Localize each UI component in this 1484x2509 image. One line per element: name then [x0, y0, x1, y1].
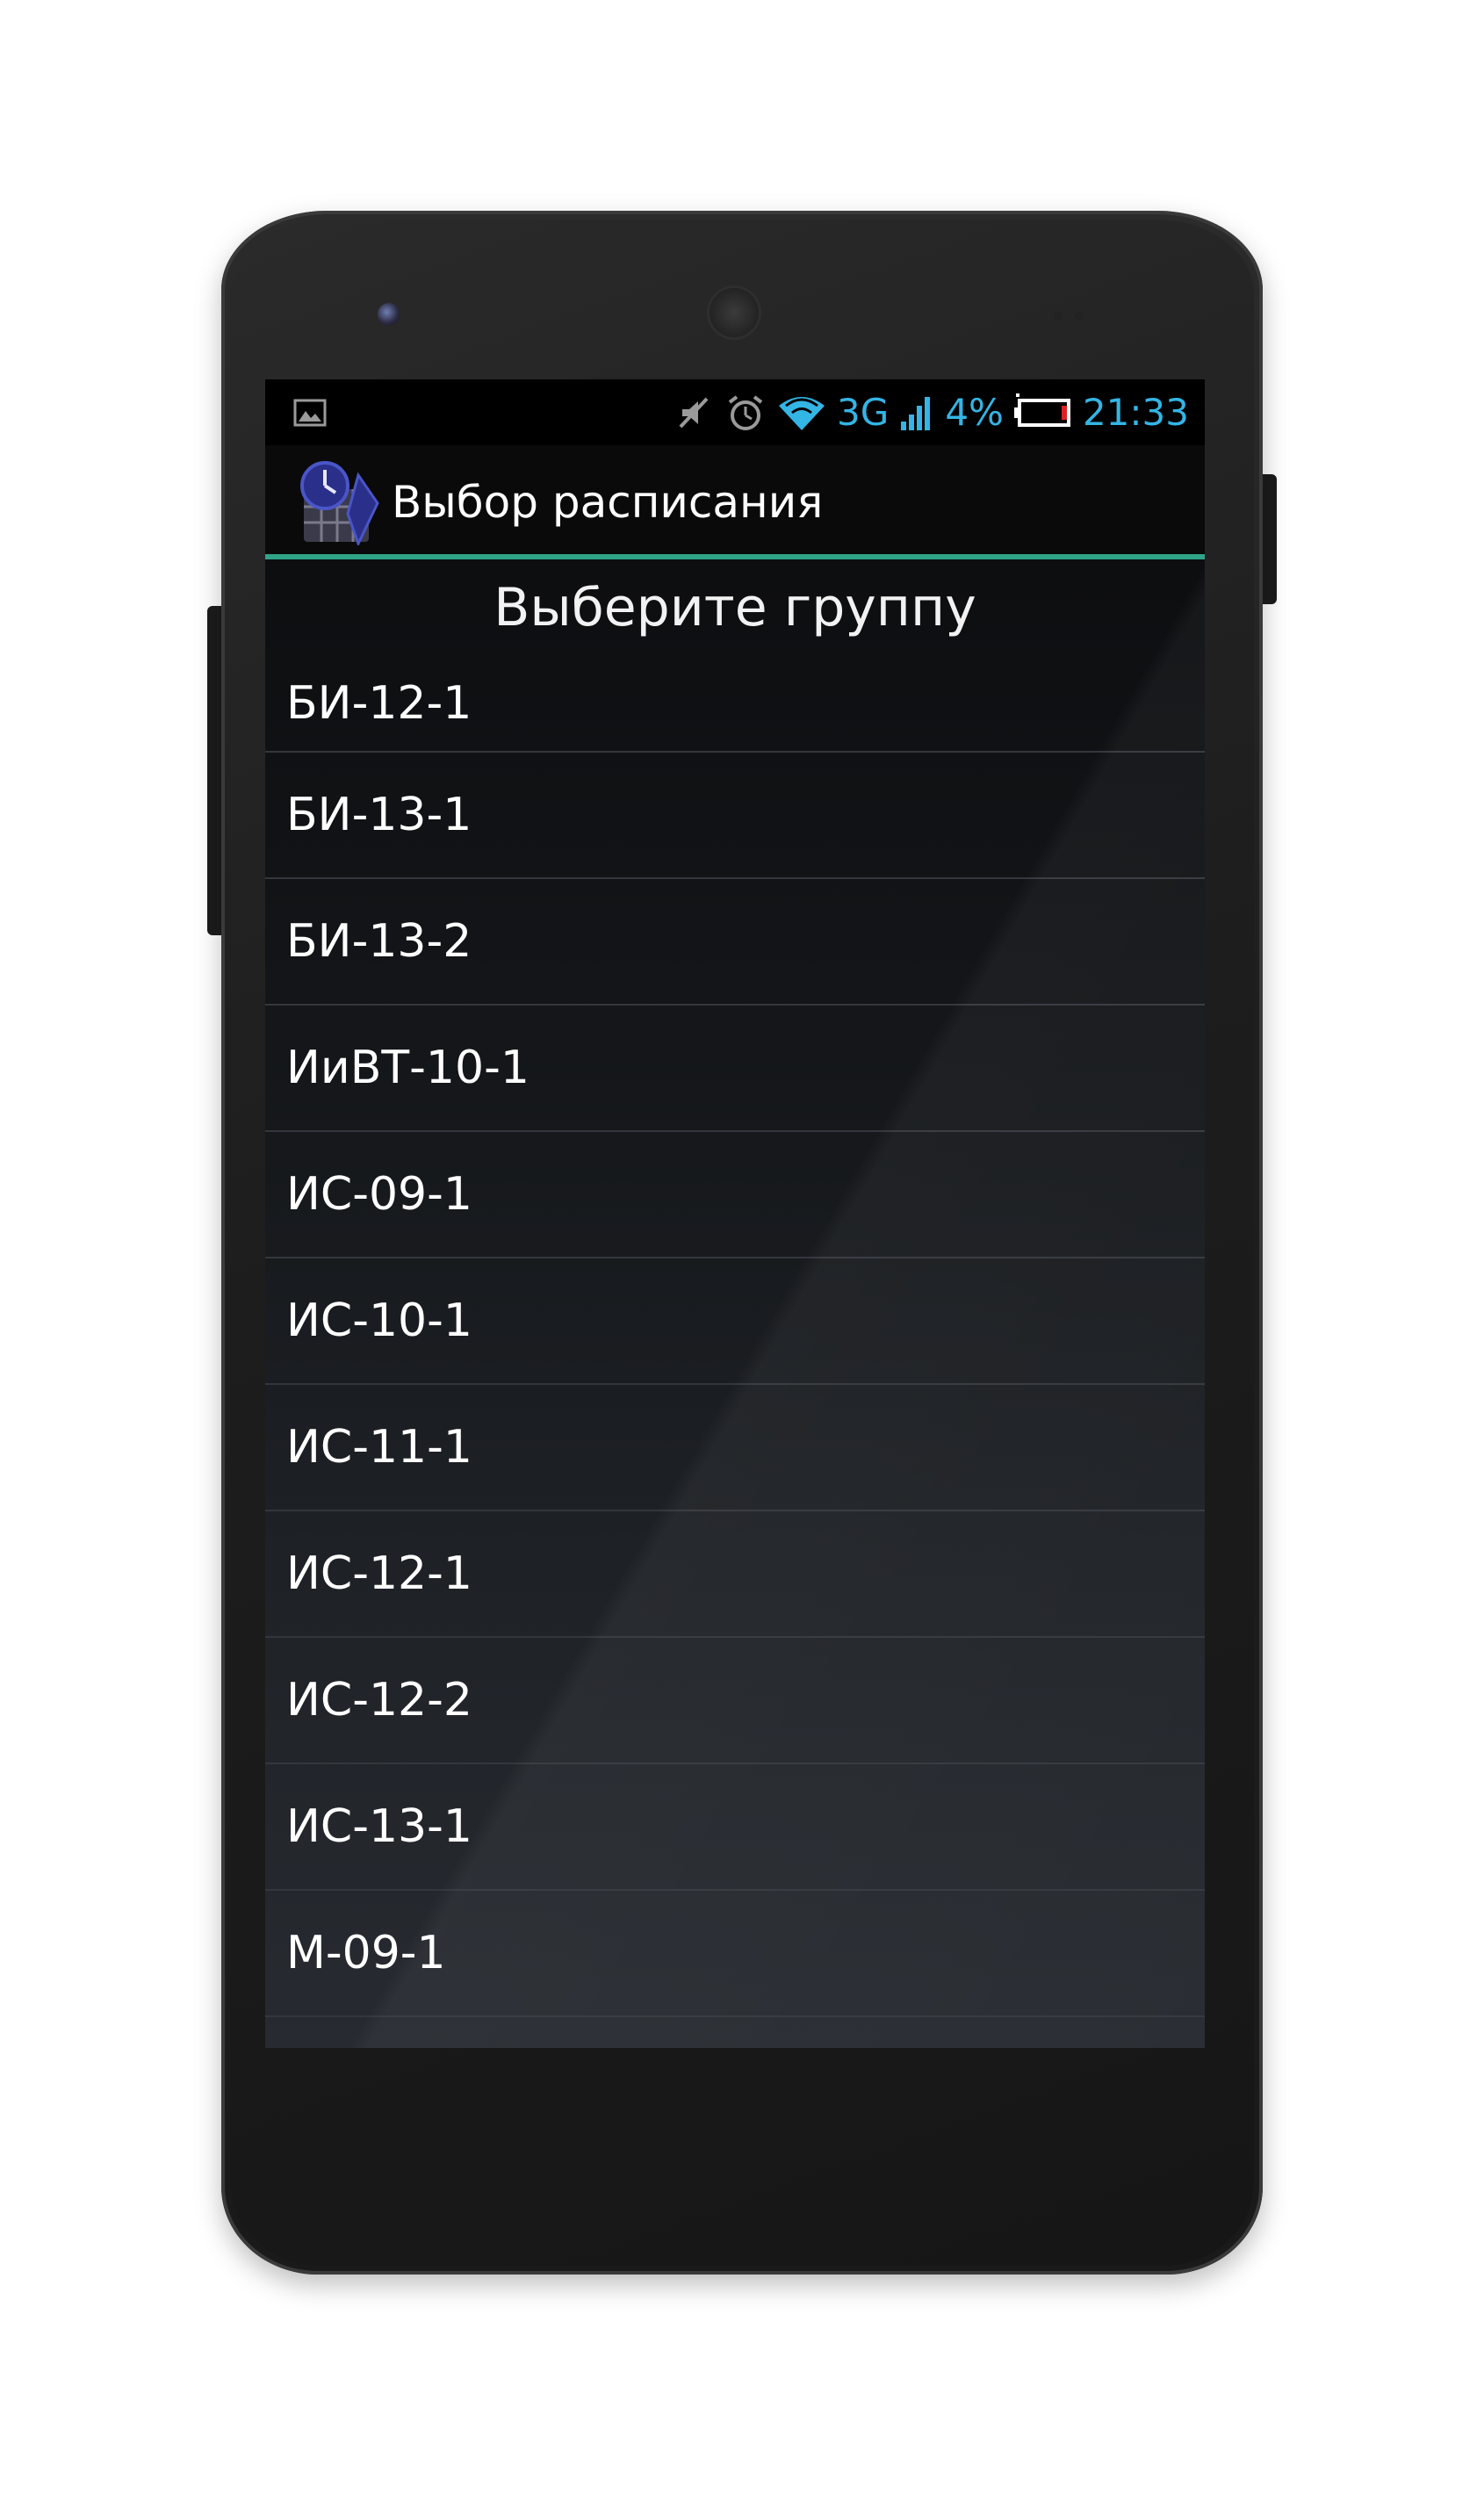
power-button: [1261, 474, 1277, 604]
list-item-group[interactable]: М-09-1: [265, 1891, 1205, 2017]
list-item-group[interactable]: БИ-13-2: [265, 879, 1205, 1006]
list-item-group[interactable]: БИ-12-1: [265, 656, 1205, 753]
alarm-icon: [724, 393, 767, 432]
status-bar: 3G 4% 21:33: [265, 379, 1205, 445]
app-icon[interactable]: [297, 458, 381, 547]
group-list: БИ-12-1 БИ-13-1 БИ-13-2 ИиВТ-10-1 ИС-09-…: [265, 656, 1205, 2017]
earpiece-speaker: [710, 288, 759, 337]
list-heading: Выберите группу: [493, 577, 976, 638]
list-item-group[interactable]: ИС-11-1: [265, 1385, 1205, 1511]
wifi-icon: [777, 393, 826, 432]
clock: 21:33: [1082, 391, 1189, 434]
screen: 3G 4% 21:33 Выбор расписания Выберите гр…: [265, 379, 1205, 2048]
status-indicators: 3G 4% 21:33: [675, 379, 1189, 445]
muted-icon: [675, 393, 714, 432]
battery-percent: 4%: [945, 391, 1004, 434]
list-item-group[interactable]: ИС-10-1: [265, 1258, 1205, 1385]
list-item-group[interactable]: БИ-13-1: [265, 753, 1205, 879]
action-bar: Выбор расписания: [265, 445, 1205, 559]
list-item-group[interactable]: ИС-12-1: [265, 1511, 1205, 1638]
list-item-group[interactable]: ИС-13-1: [265, 1764, 1205, 1891]
list-item-group[interactable]: ИС-09-1: [265, 1132, 1205, 1258]
front-camera: [378, 303, 400, 326]
device-mockup: 3G 4% 21:33 Выбор расписания Выберите гр…: [0, 0, 1484, 2509]
list-item-group[interactable]: ИС-12-2: [265, 1638, 1205, 1764]
list-item-group[interactable]: ИиВТ-10-1: [265, 1006, 1205, 1132]
network-type-label: 3G: [837, 391, 890, 434]
group-list-panel: Выберите группу БИ-12-1 БИ-13-1 БИ-13-2 …: [265, 559, 1205, 2048]
proximity-sensors: [1054, 307, 1098, 321]
signal-icon: [899, 393, 934, 432]
battery-icon: [1013, 393, 1072, 432]
action-bar-title: Выбор расписания: [392, 477, 824, 528]
image-icon: [293, 399, 327, 427]
